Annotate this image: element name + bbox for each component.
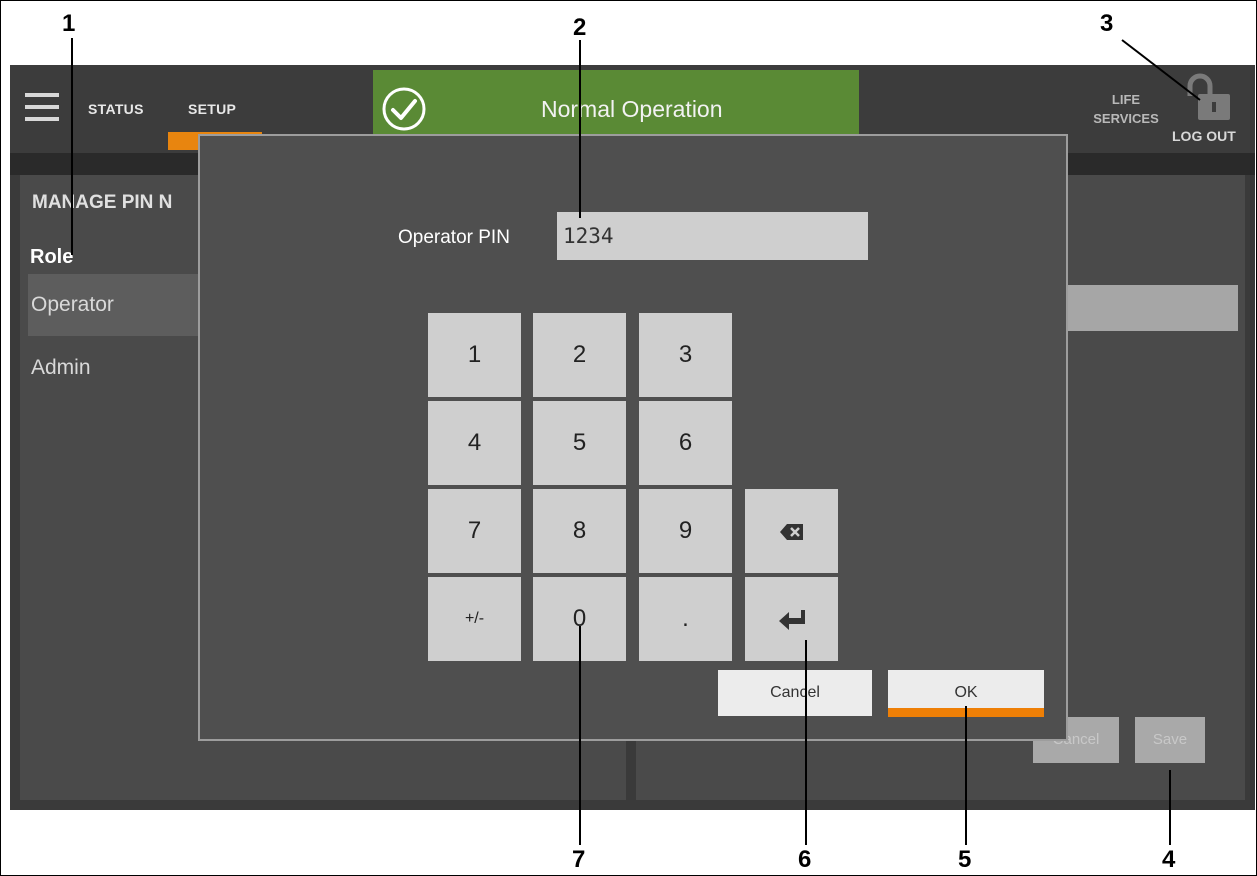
callout-leaders (71, 38, 1201, 845)
callout-2: 2 (573, 14, 587, 41)
callout-6: 6 (798, 846, 812, 873)
callout-5: 5 (958, 846, 972, 873)
callout-3: 3 (1100, 10, 1114, 37)
callout-1: 1 (62, 10, 76, 37)
callout-4: 4 (1162, 846, 1176, 873)
callout-3-leader (1121, 39, 1201, 101)
callout-7: 7 (572, 846, 586, 873)
